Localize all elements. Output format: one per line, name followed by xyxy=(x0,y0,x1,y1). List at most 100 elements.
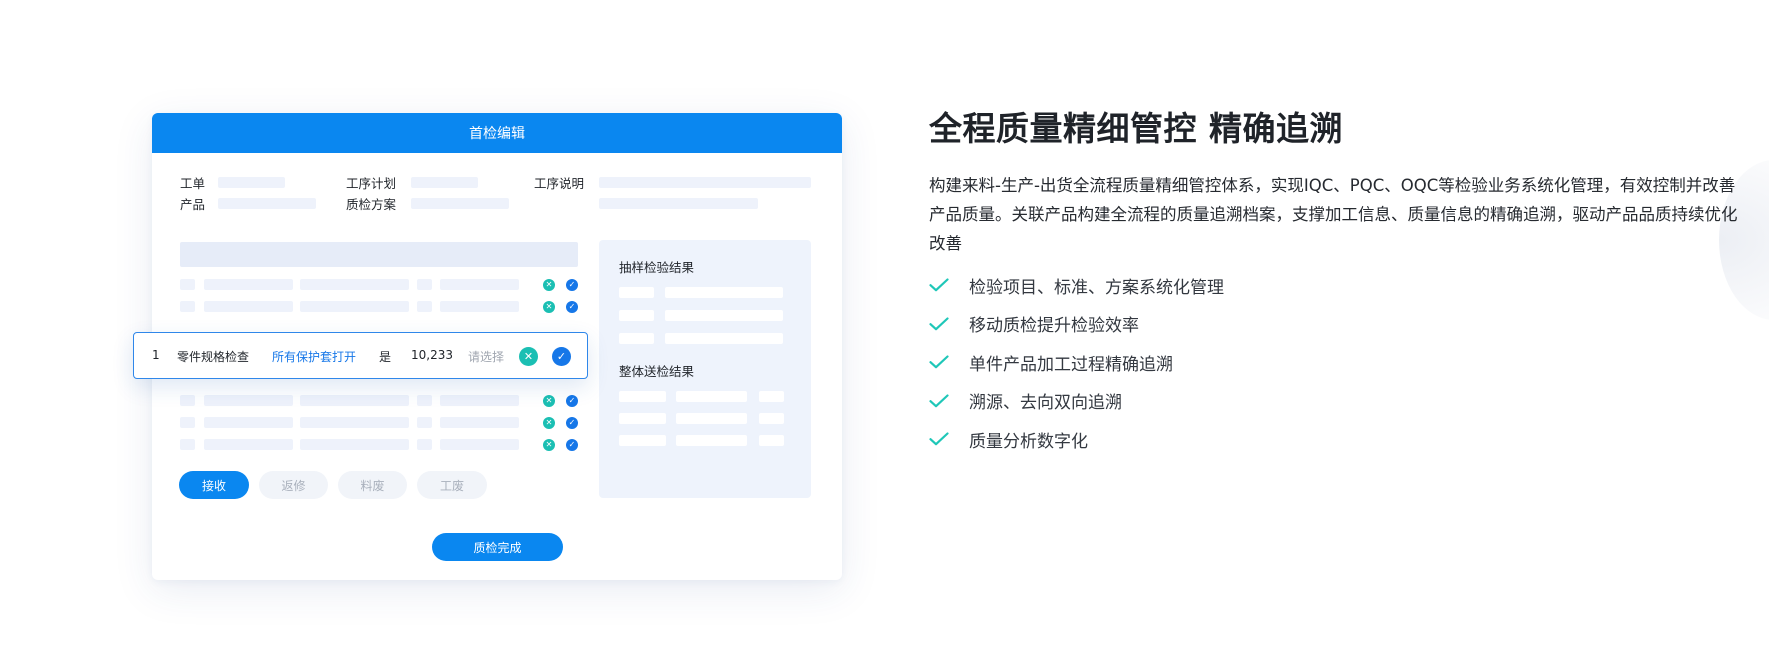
overall-result-cell xyxy=(759,413,784,424)
approve-icon[interactable]: ✓ xyxy=(552,347,571,366)
feature-item: 单件产品加工过程精确追溯 xyxy=(929,343,1224,382)
approve-icon[interactable]: ✓ xyxy=(566,395,578,407)
table-row-cell xyxy=(180,417,195,428)
approve-icon[interactable]: ✓ xyxy=(566,279,578,291)
feature-label: 单件产品加工过程精确追溯 xyxy=(969,354,1173,375)
feature-list: 检验项目、标准、方案系统化管理 移动质检提升检验效率 单件产品加工过程精确追溯 … xyxy=(929,266,1224,459)
table-row-cell xyxy=(180,301,195,312)
qc-complete-button[interactable]: 质检完成 xyxy=(432,533,563,561)
row-result: 是 xyxy=(379,350,392,364)
overall-result-cell xyxy=(759,435,784,446)
table-row-cell xyxy=(300,301,409,312)
overall-result-cell xyxy=(619,413,666,424)
reject-icon[interactable]: ✕ xyxy=(543,439,555,451)
table-row-cell xyxy=(417,395,432,406)
feature-label: 移动质检提升检验效率 xyxy=(969,316,1139,337)
table-row-cell xyxy=(204,417,293,428)
feature-label: 检验项目、标准、方案系统化管理 xyxy=(969,277,1224,298)
section-title: 全程质量精细管控 精确追溯 xyxy=(929,109,1343,148)
row-value: 10,233 xyxy=(411,348,453,362)
product-label: 产品 xyxy=(180,197,206,212)
table-row-cell xyxy=(204,439,293,450)
reject-icon[interactable]: ✕ xyxy=(543,301,555,313)
row-index: 1 xyxy=(152,348,160,362)
card-header: 首检编辑 xyxy=(152,113,842,153)
work-order-field[interactable] xyxy=(218,177,285,188)
process-desc-field-line2 xyxy=(599,198,758,209)
table-row-cell xyxy=(180,439,195,450)
table-row-cell xyxy=(180,395,195,406)
feature-item: 检验项目、标准、方案系统化管理 xyxy=(929,266,1224,305)
table-row-cell xyxy=(417,301,432,312)
accept-button[interactable]: 接收 xyxy=(179,471,249,499)
overall-result-cell xyxy=(619,391,666,402)
feature-label: 溯源、去向双向追溯 xyxy=(969,393,1122,414)
table-row-cell xyxy=(180,279,195,290)
qc-scheme-field[interactable] xyxy=(411,198,509,209)
feature-item: 溯源、去向双向追溯 xyxy=(929,382,1224,421)
section-description: 构建来料-生产-出货全流程质量精细管控体系，实现IQC、PQC、OQC等检验业务… xyxy=(929,176,1738,253)
process-desc-label: 工序说明 xyxy=(534,176,585,191)
reject-icon[interactable]: ✕ xyxy=(543,417,555,429)
table-row-cell xyxy=(300,439,409,450)
check-icon xyxy=(929,278,969,292)
table-header xyxy=(180,242,578,267)
work-order-label: 工单 xyxy=(180,176,206,191)
table-row-cell xyxy=(440,439,519,450)
row-select[interactable]: 请选择 xyxy=(468,348,504,365)
product-field[interactable] xyxy=(218,198,316,209)
check-icon xyxy=(929,317,969,331)
sampling-result-cell xyxy=(619,310,654,321)
table-row-cell xyxy=(300,279,409,290)
card-header-title: 首检编辑 xyxy=(469,126,525,142)
process-plan-field[interactable] xyxy=(411,177,478,188)
overall-result-cell xyxy=(676,435,747,446)
table-row-cell xyxy=(204,395,293,406)
process-desc-field[interactable] xyxy=(599,177,811,188)
check-icon xyxy=(929,432,969,446)
feature-item: 移动质检提升检验效率 xyxy=(929,305,1224,344)
table-row-cell xyxy=(300,395,409,406)
active-inspection-row[interactable]: 1 零件规格检查 所有保护套打开 是 10,233 请选择 ✕ ✓ xyxy=(133,332,588,379)
reject-icon[interactable]: ✕ xyxy=(543,395,555,407)
overall-result-title: 整体送检结果 xyxy=(619,364,695,379)
rework-button[interactable]: 返修 xyxy=(259,471,328,499)
table-row-cell xyxy=(417,417,432,428)
table-row-cell xyxy=(417,279,432,290)
feature-item: 质量分析数字化 xyxy=(929,420,1224,459)
table-row-cell xyxy=(204,301,293,312)
page: 首检编辑 工单 工序计划 工序说明 产品 质检方案 ✕ ✓ ✕ ✓ ✕ ✓ ✕ … xyxy=(0,0,1769,663)
sampling-result-cell xyxy=(619,287,654,298)
sampling-result-cell xyxy=(619,333,654,344)
reject-icon[interactable]: ✕ xyxy=(543,279,555,291)
overall-result-cell xyxy=(619,435,666,446)
reject-icon[interactable]: ✕ xyxy=(519,347,538,366)
row-item-name: 零件规格检查 xyxy=(177,350,250,364)
sampling-result-cell xyxy=(665,333,783,344)
approve-icon[interactable]: ✓ xyxy=(566,417,578,429)
check-icon xyxy=(929,355,969,369)
table-row-cell xyxy=(204,279,293,290)
table-row-cell xyxy=(440,301,519,312)
sampling-result-title: 抽样检验结果 xyxy=(619,260,695,275)
table-row-cell xyxy=(440,395,519,406)
overall-result-cell xyxy=(676,413,747,424)
overall-result-cell xyxy=(676,391,747,402)
table-row-cell xyxy=(440,417,519,428)
check-icon xyxy=(929,394,969,408)
results-panel: 抽样检验结果 整体送检结果 xyxy=(599,240,811,498)
material-scrap-button[interactable]: 料废 xyxy=(338,471,407,499)
row-standard-link[interactable]: 所有保护套打开 xyxy=(272,348,356,365)
table-row-cell xyxy=(300,417,409,428)
overall-result-cell xyxy=(759,391,784,402)
sampling-result-cell xyxy=(665,287,783,298)
approve-icon[interactable]: ✓ xyxy=(566,439,578,451)
table-row-cell xyxy=(440,279,519,290)
process-plan-label: 工序计划 xyxy=(346,176,397,191)
qc-scheme-label: 质检方案 xyxy=(346,197,397,212)
process-scrap-button[interactable]: 工废 xyxy=(417,471,487,499)
table-row-cell xyxy=(417,439,432,450)
feature-label: 质量分析数字化 xyxy=(969,431,1088,452)
approve-icon[interactable]: ✓ xyxy=(566,301,578,313)
sampling-result-cell xyxy=(665,310,783,321)
